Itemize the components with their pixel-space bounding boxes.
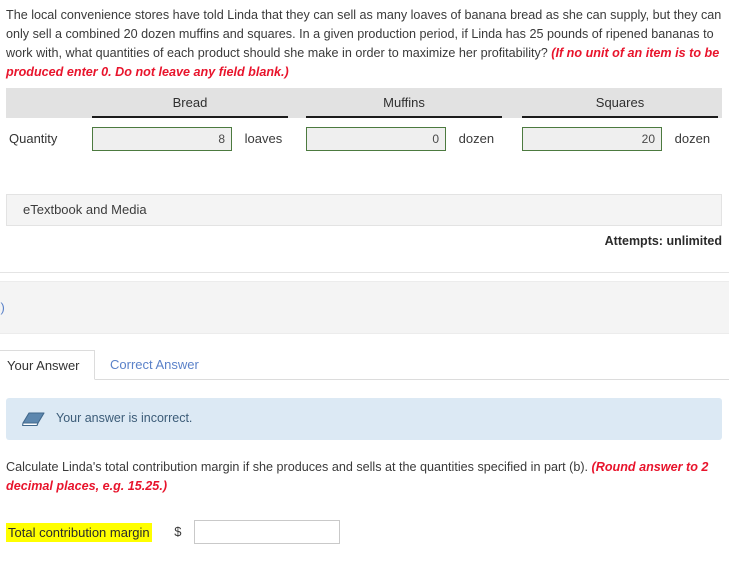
answer-tabs: Your Answer Correct Answer (0, 350, 729, 380)
tab-correct-answer[interactable]: Correct Answer (96, 350, 213, 380)
section-divider (0, 272, 729, 273)
sub-question-text: Calculate Linda's total contribution mar… (6, 458, 718, 496)
quantity-table: Bread Muffins Squares Quantity loaves do… (6, 88, 722, 162)
total-contribution-margin-input[interactable] (194, 520, 341, 544)
tab-your-answer[interactable]: Your Answer (0, 350, 95, 380)
unit-label-bread: loaves (244, 131, 283, 146)
feedback-banner: Your answer is incorrect. (6, 398, 722, 440)
sub-question-body: Calculate Linda's total contribution mar… (6, 460, 592, 474)
etextbook-and-media-button[interactable]: eTextbook and Media (6, 194, 722, 226)
quantity-cell-bread: loaves (92, 127, 282, 151)
answer-row: Total contribution margin $ (6, 520, 341, 546)
quantity-cell-squares: dozen (522, 127, 710, 151)
quantity-table-header: Bread Muffins Squares (6, 88, 722, 118)
eraser-icon (22, 411, 46, 427)
question-prompt: The local convenience stores have told L… (6, 6, 722, 82)
unit-label-squares: dozen (674, 131, 711, 146)
quantity-input-squares[interactable] (522, 127, 662, 151)
part-panel: c) (0, 281, 729, 334)
quantity-cell-muffins: dozen (306, 127, 494, 151)
unit-label-muffins: dozen (458, 131, 495, 146)
attempts-label: Attempts: unlimited (604, 234, 722, 248)
quantity-input-bread[interactable] (92, 127, 232, 151)
column-header-squares: Squares (595, 95, 645, 110)
quantity-table-row: Quantity loaves dozen dozen (6, 118, 722, 162)
total-contribution-margin-label: Total contribution margin (6, 522, 152, 542)
row-label-quantity: Quantity (9, 131, 58, 146)
column-header-bread: Bread (172, 95, 208, 110)
quantity-input-muffins[interactable] (306, 127, 446, 151)
column-header-muffins: Muffins (383, 95, 425, 110)
part-label: c) (0, 300, 5, 315)
currency-symbol: $ (174, 524, 182, 539)
feedback-message: Your answer is incorrect. (56, 411, 193, 425)
